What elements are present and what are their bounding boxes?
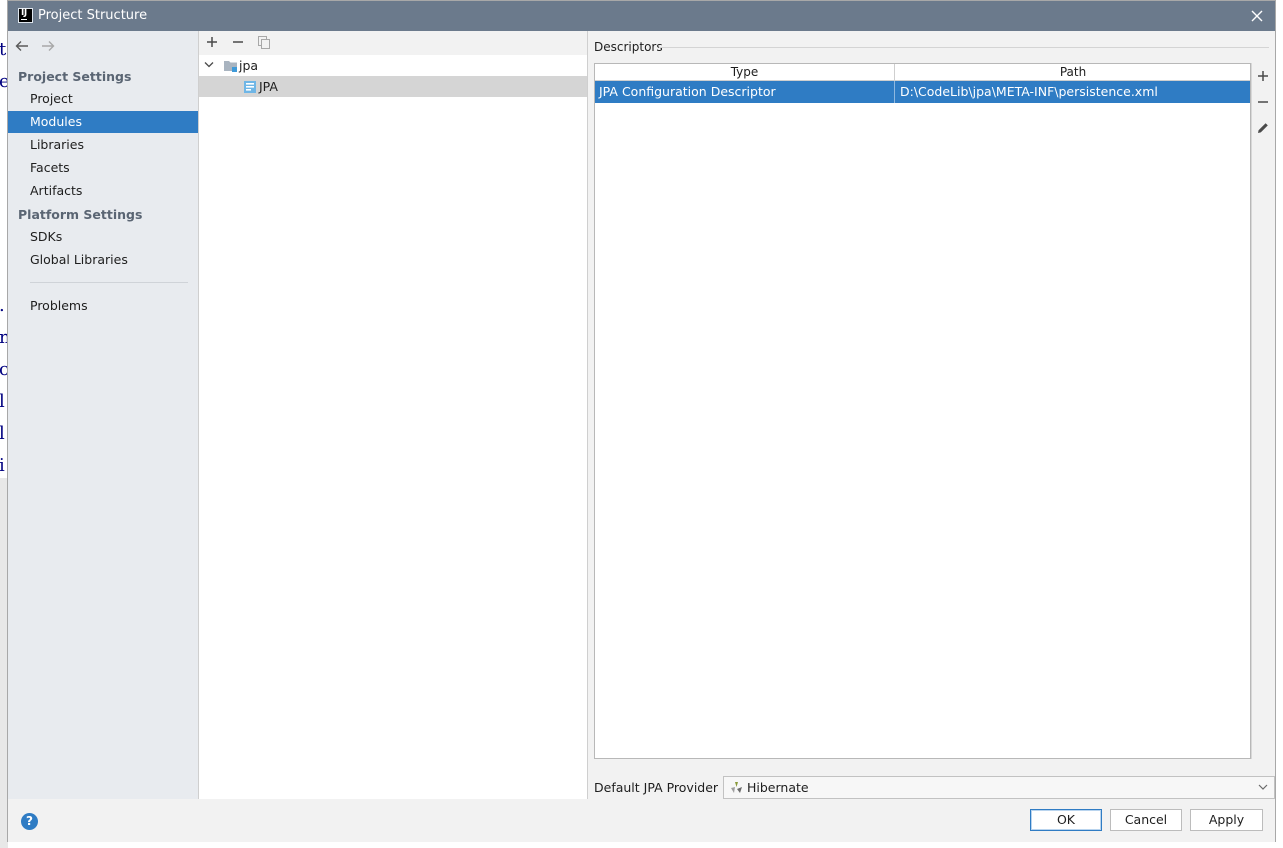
module-tree-panel: jpa JPA xyxy=(198,31,588,799)
descriptors-section-label: Descriptors xyxy=(594,40,663,54)
sidebar-item-global-libraries[interactable]: Global Libraries xyxy=(8,249,198,271)
jpa-facet-icon xyxy=(244,81,256,93)
sidebar-item-modules[interactable]: Modules xyxy=(8,111,198,133)
column-header-type[interactable]: Type xyxy=(595,64,895,80)
tree-node-jpa-facet[interactable]: JPA xyxy=(199,76,587,97)
chevron-down-icon[interactable] xyxy=(204,61,214,69)
dialog-button-bar: ? OK Cancel Apply xyxy=(8,799,1275,842)
tree-node-module[interactable]: jpa xyxy=(199,55,587,76)
close-button[interactable] xyxy=(1239,1,1275,31)
minus-icon xyxy=(233,41,243,43)
remove-descriptor-button[interactable] xyxy=(1256,95,1272,111)
cell-type[interactable]: JPA Configuration Descriptor xyxy=(595,81,895,103)
facet-details-panel: Descriptors Type Path JPA Configuration … xyxy=(589,31,1275,799)
forward-button[interactable] xyxy=(40,39,58,55)
table-row[interactable]: JPA Configuration Descriptor D:\CodeLib\… xyxy=(595,81,1250,103)
project-settings-header: Project Settings xyxy=(18,69,132,84)
tree-node-jpa-label: JPA xyxy=(259,79,278,94)
intellij-idea-icon: IJ xyxy=(18,8,33,23)
title-bar[interactable]: IJ Project Structure xyxy=(8,1,1275,31)
window-title: Project Structure xyxy=(38,8,148,23)
arrow-right-icon xyxy=(42,41,55,51)
section-divider xyxy=(659,47,1269,48)
column-header-path[interactable]: Path xyxy=(896,64,1250,80)
cell-path[interactable]: D:\CodeLib\jpa\META-INF\persistence.xml xyxy=(896,81,1250,103)
chevron-down-icon xyxy=(1258,784,1268,790)
sidebar-item-project[interactable]: Project xyxy=(8,88,198,110)
sidebar-item-facets[interactable]: Facets xyxy=(8,157,198,179)
remove-button[interactable] xyxy=(231,35,247,51)
settings-sidebar: Project Settings Project Modules Librari… xyxy=(8,31,198,799)
sidebar-divider xyxy=(30,282,188,283)
tree-node-module-label: jpa xyxy=(239,58,259,73)
default-provider-value: Hibernate xyxy=(747,780,809,795)
default-provider-label: Default JPA Provider xyxy=(594,780,719,795)
help-button[interactable]: ? xyxy=(21,813,38,830)
edit-descriptor-button[interactable] xyxy=(1256,121,1272,137)
add-button[interactable] xyxy=(205,35,221,51)
minus-icon xyxy=(1258,101,1268,103)
tree-toolbar xyxy=(199,31,587,55)
sidebar-item-artifacts[interactable]: Artifacts xyxy=(8,180,198,202)
hibernate-icon xyxy=(731,782,742,793)
close-icon xyxy=(1251,10,1263,22)
descriptors-table: Type Path JPA Configuration Descriptor D… xyxy=(594,63,1251,759)
platform-settings-header: Platform Settings xyxy=(18,207,143,222)
arrow-left-icon xyxy=(15,41,28,51)
sidebar-item-libraries[interactable]: Libraries xyxy=(8,134,198,156)
cancel-button[interactable]: Cancel xyxy=(1110,809,1182,831)
pencil-icon xyxy=(1258,123,1268,133)
default-provider-dropdown[interactable]: Hibernate xyxy=(723,776,1275,799)
add-descriptor-button[interactable] xyxy=(1256,69,1272,85)
back-button[interactable] xyxy=(14,39,32,55)
sidebar-item-sdks[interactable]: SDKs xyxy=(8,226,198,248)
copy-icon xyxy=(258,36,270,49)
project-structure-dialog: IJ Project Structure Project Settings Pr… xyxy=(7,0,1276,842)
table-header: Type Path xyxy=(595,64,1250,81)
sidebar-item-problems[interactable]: Problems xyxy=(8,295,198,317)
module-folder-icon xyxy=(224,61,237,72)
ok-button[interactable]: OK xyxy=(1030,809,1102,831)
descriptor-tools xyxy=(1251,63,1275,759)
plus-icon xyxy=(207,37,217,47)
apply-button[interactable]: Apply xyxy=(1190,809,1263,831)
plus-icon xyxy=(1258,71,1268,81)
copy-button[interactable] xyxy=(257,35,273,51)
